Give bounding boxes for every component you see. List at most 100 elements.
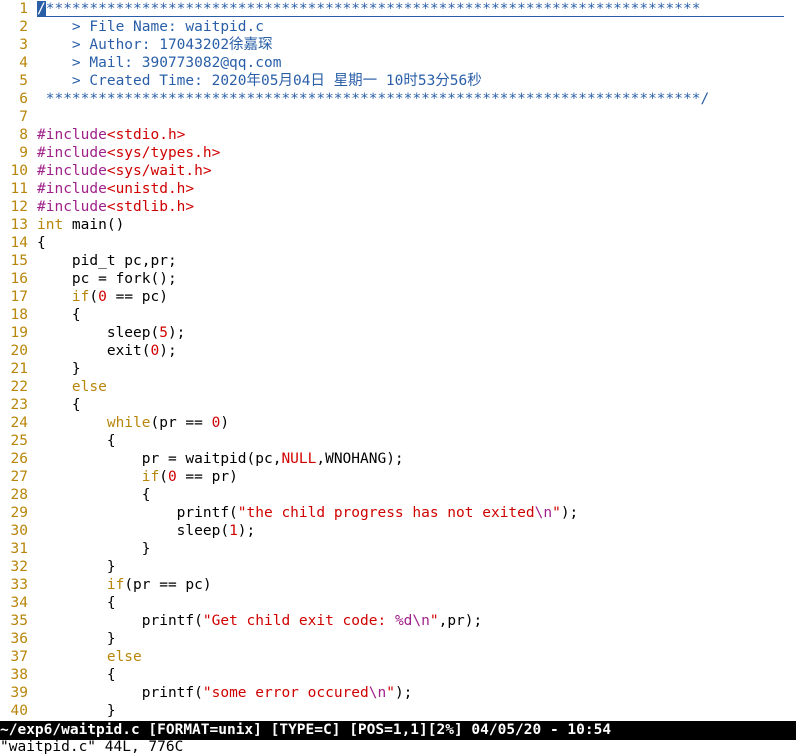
code-line[interactable]: 6 **************************************… bbox=[0, 90, 796, 108]
code-token: #include bbox=[37, 181, 107, 197]
code-text: { bbox=[37, 487, 151, 503]
code-text: { bbox=[37, 397, 81, 413]
line-number: 7 bbox=[19, 109, 28, 125]
code-text: ****************************************… bbox=[37, 91, 709, 107]
status-line: ~/exp6/waitpid.c [FORMAT=unix] [TYPE=C] … bbox=[0, 721, 796, 740]
code-line[interactable]: 33 if(pr == pc) bbox=[0, 576, 796, 594]
code-token: 0 bbox=[150, 343, 160, 359]
code-text: { bbox=[37, 235, 46, 251]
code-line[interactable]: 40 } bbox=[0, 702, 796, 720]
code-token: int bbox=[37, 217, 64, 233]
code-text: else bbox=[37, 649, 142, 665]
code-token: #include bbox=[37, 163, 107, 179]
code-line[interactable]: 8 #include<stdio.h> bbox=[0, 126, 796, 144]
code-token: <unistd.h> bbox=[106, 181, 195, 197]
line-number: 22 bbox=[10, 379, 28, 395]
code-token: } bbox=[37, 559, 116, 575]
code-line[interactable]: 17 if(0 == pc) bbox=[0, 288, 796, 306]
code-line[interactable]: 4 > Mail: 390773082@qq.com bbox=[0, 54, 796, 72]
code-token: exit( bbox=[37, 343, 151, 359]
code-line[interactable]: 32 } bbox=[0, 558, 796, 576]
code-line[interactable]: 13 int main() bbox=[0, 216, 796, 234]
code-line[interactable]: 15 pid_t pc,pr; bbox=[0, 252, 796, 270]
code-text: sleep(5); bbox=[37, 325, 186, 341]
code-token: pr = waitpid(pc, bbox=[37, 451, 282, 467]
code-token: NULL bbox=[281, 451, 317, 467]
code-token: sleep( bbox=[37, 523, 230, 539]
line-number: 25 bbox=[10, 433, 28, 449]
cursorline-underline bbox=[38, 16, 784, 17]
code-line[interactable]: 14 { bbox=[0, 234, 796, 252]
code-token: else bbox=[106, 649, 142, 665]
code-token: pid_t pc,pr; bbox=[37, 253, 177, 269]
code-token: #include bbox=[37, 199, 107, 215]
code-line[interactable]: 11 #include<unistd.h> bbox=[0, 180, 796, 198]
code-line[interactable]: 19 sleep(5); bbox=[0, 324, 796, 342]
code-line[interactable]: 18 { bbox=[0, 306, 796, 324]
code-token: while bbox=[106, 415, 151, 431]
code-line[interactable]: 37 else bbox=[0, 648, 796, 666]
code-token: printf( bbox=[37, 685, 203, 701]
code-token: sleep( bbox=[37, 325, 160, 341]
code-line[interactable]: 7 bbox=[0, 108, 796, 126]
editor-buffer[interactable]: 1/**************************************… bbox=[0, 0, 796, 720]
code-line[interactable]: 28 { bbox=[0, 486, 796, 504]
code-token: " bbox=[386, 685, 395, 701]
line-number: 18 bbox=[10, 307, 28, 323]
line-number: 6 bbox=[19, 91, 28, 107]
code-text: } bbox=[37, 559, 116, 575]
code-line[interactable]: 26 pr = waitpid(pc,NULL,WNOHANG); bbox=[0, 450, 796, 468]
line-number: 34 bbox=[10, 595, 28, 611]
code-line[interactable]: 38 { bbox=[0, 666, 796, 684]
code-line[interactable]: 21 } bbox=[0, 360, 796, 378]
code-line[interactable]: 22 else bbox=[0, 378, 796, 396]
code-line[interactable]: 2 > File Name: waitpid.c bbox=[0, 18, 796, 36]
code-text: #include<stdlib.h> bbox=[37, 199, 194, 215]
code-line[interactable]: 3 > Author: 17043202徐嘉琛 bbox=[0, 36, 796, 54]
code-line[interactable]: 12 #include<stdlib.h> bbox=[0, 198, 796, 216]
code-text: > Created Time: 2020年05月04日 星期一 10时53分56… bbox=[37, 73, 482, 89]
code-token: " bbox=[429, 613, 439, 629]
code-token: 5 bbox=[159, 325, 168, 341]
code-token: { bbox=[37, 667, 116, 683]
code-line[interactable]: 5 > Created Time: 2020年05月04日 星期一 10时53分… bbox=[0, 72, 796, 90]
code-line[interactable]: 36 } bbox=[0, 630, 796, 648]
code-token: > Mail: 390773082@qq.com bbox=[37, 55, 282, 71]
code-token: == pr) bbox=[176, 469, 238, 485]
code-line[interactable]: 31 } bbox=[0, 540, 796, 558]
line-number: 5 bbox=[19, 73, 28, 89]
code-line[interactable]: 20 exit(0); bbox=[0, 342, 796, 360]
code-token: ); bbox=[167, 325, 186, 341]
code-line[interactable]: 29 printf("the child progress has not ex… bbox=[0, 504, 796, 522]
code-token: { bbox=[37, 487, 151, 503]
code-text: #include<sys/wait.h> bbox=[37, 163, 212, 179]
code-token: { bbox=[37, 235, 46, 251]
code-text: { bbox=[37, 307, 81, 323]
code-line[interactable]: 27 if(0 == pr) bbox=[0, 468, 796, 486]
code-line[interactable]: 34 { bbox=[0, 594, 796, 612]
code-line[interactable]: 35 printf("Get child exit code: %d\n",pr… bbox=[0, 612, 796, 630]
code-token: <sys/wait.h> bbox=[106, 163, 212, 179]
code-line[interactable]: 10 #include<sys/wait.h> bbox=[0, 162, 796, 180]
line-number: 4 bbox=[19, 55, 28, 71]
code-line[interactable]: 30 sleep(1); bbox=[0, 522, 796, 540]
code-line[interactable]: 25 { bbox=[0, 432, 796, 450]
code-token: { bbox=[37, 397, 81, 413]
code-line[interactable]: 24 while(pr == 0) bbox=[0, 414, 796, 432]
code-token: if bbox=[141, 469, 160, 485]
line-number: 19 bbox=[10, 325, 28, 341]
code-text: /***************************************… bbox=[37, 1, 700, 17]
line-number: 23 bbox=[10, 397, 28, 413]
code-token: > File Name: waitpid.c bbox=[37, 19, 264, 35]
code-line[interactable]: 39 printf("some error occured\n"); bbox=[0, 684, 796, 702]
code-text: pr = waitpid(pc,NULL,WNOHANG); bbox=[37, 451, 404, 467]
line-number: 10 bbox=[10, 163, 28, 179]
code-line[interactable]: 16 pc = fork(); bbox=[0, 270, 796, 288]
code-token: ,WNOHANG); bbox=[316, 451, 404, 467]
code-token: if bbox=[106, 577, 125, 593]
line-number: 35 bbox=[10, 613, 28, 629]
code-line[interactable]: 23 { bbox=[0, 396, 796, 414]
code-line[interactable]: 9 #include<sys/types.h> bbox=[0, 144, 796, 162]
line-number: 40 bbox=[10, 703, 28, 719]
command-line[interactable]: "waitpid.c" 44L, 776C bbox=[0, 739, 183, 756]
